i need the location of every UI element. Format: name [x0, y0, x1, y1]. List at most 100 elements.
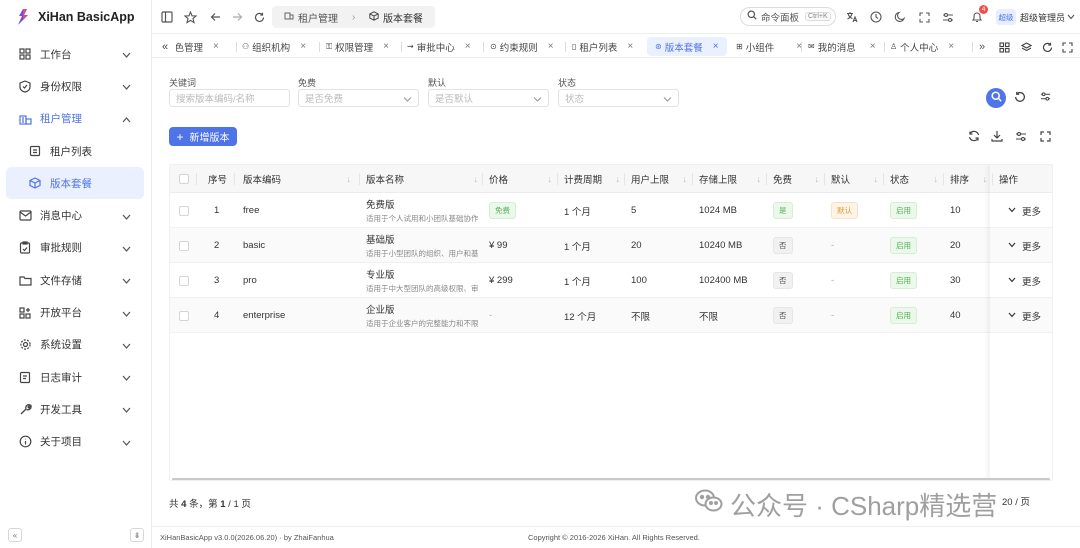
- col-default[interactable]: 默认 ↓: [825, 165, 884, 193]
- col-code[interactable]: 版本编码 ↓: [237, 165, 357, 193]
- close-icon[interactable]: ×: [300, 41, 306, 52]
- advanced-filter-button[interactable]: [1035, 88, 1055, 108]
- select-all-checkbox[interactable]: [173, 165, 189, 193]
- collapse-sidebar-button[interactable]: «: [8, 528, 22, 542]
- col-cycle[interactable]: 计费周期 ↓: [558, 165, 626, 193]
- sidebar-item-message[interactable]: 消息中心: [0, 199, 151, 231]
- sort-icon[interactable]: ↓: [616, 174, 621, 184]
- user-name[interactable]: 超级管理员: [1020, 11, 1065, 24]
- column-settings-icon[interactable]: [1014, 129, 1028, 143]
- free-select[interactable]: 是否免费: [298, 89, 419, 107]
- moon-icon[interactable]: [893, 10, 907, 24]
- sort-icon[interactable]: ↓: [347, 174, 352, 184]
- chevron-down-icon[interactable]: [1064, 10, 1078, 24]
- refresh-icon[interactable]: [967, 129, 981, 143]
- avatar[interactable]: 超级: [996, 9, 1016, 25]
- clock-icon[interactable]: [869, 10, 883, 24]
- tab-edition[interactable]: ⊛ 版本套餐 ×: [647, 37, 727, 56]
- col-sort[interactable]: 排序 ↓: [944, 165, 993, 193]
- reset-button[interactable]: [1010, 88, 1030, 108]
- star-icon[interactable]: [183, 10, 197, 24]
- sidebar-item-tenant-list[interactable]: 租户列表: [0, 135, 151, 167]
- command-palette-button[interactable]: 命令面板 Ctrl+K: [740, 7, 836, 26]
- tab-widgets[interactable]: ⊞ 小组件 ×: [736, 37, 802, 56]
- table-row[interactable]: 3 pro 专业版适用于中大型团队的高级权限、审批与开放能力 ¥ 299 1 个…: [170, 263, 1052, 298]
- close-icon[interactable]: ×: [948, 41, 954, 52]
- row-checkbox[interactable]: [173, 228, 189, 263]
- close-icon[interactable]: ×: [465, 41, 471, 52]
- horizontal-scrollbar[interactable]: [172, 478, 1050, 480]
- sort-icon[interactable]: ↓: [683, 174, 688, 184]
- reload-tab-icon[interactable]: [1040, 40, 1054, 54]
- tab-tenant-list[interactable]: ▯ 租户列表 ×: [572, 37, 633, 56]
- table-row[interactable]: 4 enterprise 企业版适用于企业客户的完整能力和不限规模部署 - 12…: [170, 298, 1052, 333]
- tab-approval[interactable]: ⇝ 审批中心 ×: [407, 37, 471, 56]
- tab-constraint[interactable]: ⊙ 约束规则 ×: [490, 37, 554, 56]
- sort-icon[interactable]: ↓: [874, 174, 879, 184]
- tab-role[interactable]: 角色管理×: [176, 37, 232, 56]
- sidebar-item-identity[interactable]: 身份权限: [0, 70, 151, 102]
- col-storage[interactable]: 存储上限 ↓: [693, 165, 767, 193]
- tab-org[interactable]: ⚇ 组织机构 ×: [242, 37, 306, 56]
- sidebar-item-edition[interactable]: 版本套餐: [6, 167, 144, 200]
- tab-permission[interactable]: ⚿ 权限管理 ×: [326, 37, 389, 56]
- pin-sidebar-button[interactable]: ⇟: [130, 528, 144, 542]
- close-icon[interactable]: ×: [548, 41, 554, 52]
- add-edition-button[interactable]: + 新增版本: [169, 127, 237, 146]
- close-icon[interactable]: ×: [213, 41, 219, 52]
- col-name[interactable]: 版本名称 ↓: [360, 165, 484, 193]
- sort-icon[interactable]: ↓: [548, 174, 553, 184]
- back-arrow-icon[interactable]: [208, 10, 222, 24]
- keyword-search-input[interactable]: 搜索版本编码/名称: [169, 89, 290, 107]
- sidebar-item-approval[interactable]: 审批规则: [0, 232, 151, 264]
- page-size-select[interactable]: 20 / 页: [1002, 494, 1030, 508]
- fullscreen-icon[interactable]: [917, 10, 931, 24]
- breadcrumb-current[interactable]: 版本套餐: [357, 6, 435, 28]
- brand[interactable]: XiHan BasicApp: [0, 0, 151, 34]
- sidebar-item-devtools[interactable]: 开发工具: [0, 393, 151, 425]
- sort-icon[interactable]: ↓: [815, 174, 820, 184]
- download-icon[interactable]: [990, 129, 1004, 143]
- sidebar-item-storage[interactable]: 文件存储: [0, 264, 151, 296]
- sidebar-item-tenant[interactable]: 租户管理: [0, 103, 151, 135]
- col-price[interactable]: 价格 ↓: [483, 165, 558, 193]
- fullscreen-icon[interactable]: [1038, 129, 1052, 143]
- col-users[interactable]: 用户上限 ↓: [625, 165, 693, 193]
- layers-icon[interactable]: [1019, 40, 1033, 54]
- tab-messages[interactable]: ✉ 我的消息 ×: [808, 37, 876, 56]
- close-icon[interactable]: ×: [713, 41, 719, 52]
- tabs-scroll-left-button[interactable]: «: [162, 37, 168, 56]
- row-checkbox[interactable]: [173, 263, 189, 298]
- breadcrumb-item[interactable]: 租户管理 ›: [272, 6, 368, 28]
- sidebar-item-audit[interactable]: 日志审计: [0, 361, 151, 393]
- col-free[interactable]: 免费 ↓: [767, 165, 825, 193]
- row-checkbox[interactable]: [173, 298, 189, 333]
- grid-view-icon[interactable]: [997, 40, 1011, 54]
- col-status[interactable]: 状态 ↓: [884, 165, 944, 193]
- sidebar-item-about[interactable]: 关于项目: [0, 426, 151, 458]
- table-row[interactable]: 2 basic 基础版适用于小型团队的组织、用户和基础权限管理 ¥ 99 1 个…: [170, 228, 1052, 263]
- sort-icon[interactable]: ↓: [757, 174, 762, 184]
- sidebar-item-open-platform[interactable]: 开放平台: [0, 296, 151, 328]
- settings-sliders-icon[interactable]: [941, 10, 955, 24]
- sidebar-item-dashboard[interactable]: 工作台: [0, 38, 151, 70]
- close-icon[interactable]: ×: [383, 41, 389, 52]
- sidebar-toggle-icon[interactable]: [160, 10, 174, 24]
- maximize-icon[interactable]: [1060, 40, 1074, 54]
- close-icon[interactable]: ×: [870, 41, 876, 52]
- sort-icon[interactable]: ↓: [983, 174, 988, 184]
- table-row[interactable]: 1 free 免费版 适用于个人试用和小团队基础协作 免费 1 个月 5 1024…: [170, 193, 1052, 228]
- forward-arrow-icon[interactable]: [230, 10, 244, 24]
- sidebar-item-settings[interactable]: 系统设置: [0, 329, 151, 361]
- refresh-icon[interactable]: [252, 10, 266, 24]
- close-icon[interactable]: ×: [627, 41, 633, 52]
- translate-icon[interactable]: [845, 10, 859, 24]
- tabs-scroll-right-button[interactable]: »: [979, 37, 985, 56]
- tab-profile[interactable]: ♙ 个人中心 ×: [890, 37, 954, 56]
- row-checkbox[interactable]: [173, 193, 189, 228]
- sort-icon[interactable]: ↓: [934, 174, 939, 184]
- status-select[interactable]: 状态: [558, 89, 679, 107]
- sort-icon[interactable]: ↓: [474, 174, 479, 184]
- search-button[interactable]: [986, 88, 1006, 108]
- default-select[interactable]: 是否默认: [428, 89, 549, 107]
